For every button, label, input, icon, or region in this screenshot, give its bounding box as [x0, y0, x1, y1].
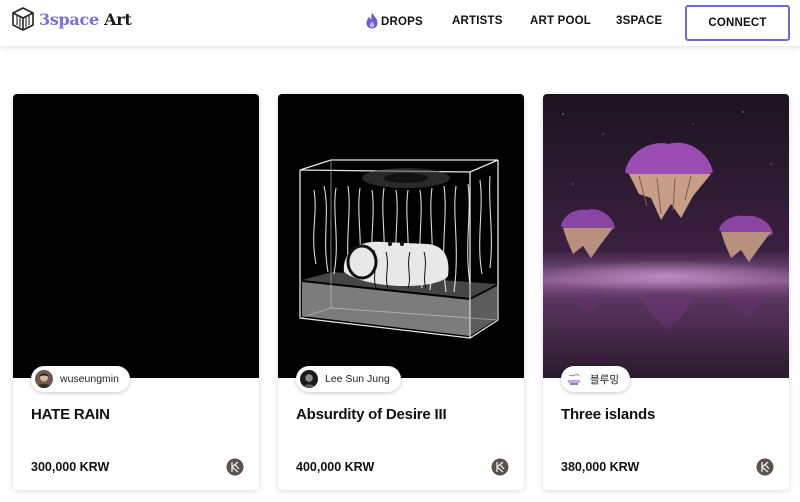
brand-logo[interactable]: 3space Art: [12, 6, 132, 32]
artwork-card[interactable]: wuseungmin HATE RAIN 300,000 KRW: [13, 94, 259, 490]
artwork-price: 400,000 KRW: [296, 460, 375, 474]
artwork-image[interactable]: [13, 94, 259, 378]
nav-3space[interactable]: 3SPACE: [616, 15, 662, 27]
artist-name: wuseungmin: [60, 373, 119, 385]
artwork-card[interactable]: 블루밍 Three islands 380,000 KRW: [543, 94, 789, 490]
artist-name: Lee Sun Jung: [325, 373, 390, 385]
brand-name-suffix: Art: [104, 9, 132, 29]
artwork-title: Three islands: [561, 406, 656, 423]
artist-name: 블루밍: [590, 373, 619, 386]
brand-name: 3space Art: [39, 9, 132, 29]
flame-icon: [366, 12, 378, 29]
nav-artists[interactable]: ARTISTS: [452, 15, 503, 27]
klay-icon: [491, 458, 509, 476]
artist-chip[interactable]: wuseungmin: [31, 366, 130, 392]
isometric-cube-icon: [12, 7, 34, 31]
avatar: [300, 370, 318, 388]
artwork-price: 300,000 KRW: [31, 460, 110, 474]
artwork-image[interactable]: [543, 94, 789, 378]
brand-name-prefix: 3space: [39, 9, 99, 29]
avatar: [565, 370, 583, 388]
artist-chip[interactable]: 블루밍: [561, 366, 630, 392]
nav-art-pool[interactable]: ART POOL: [530, 15, 591, 27]
artwork-title: HATE RAIN: [31, 406, 110, 423]
top-navbar: 3space Art DROPS ARTISTS ART POOL 3SPACE…: [0, 0, 800, 46]
nav-drops[interactable]: DROPS: [366, 12, 423, 29]
nav-drops-label: DROPS: [381, 16, 423, 28]
artist-chip[interactable]: Lee Sun Jung: [296, 366, 401, 392]
artwork-image[interactable]: [278, 94, 524, 378]
avatar: [35, 370, 53, 388]
klay-icon: [226, 458, 244, 476]
klay-icon: [756, 458, 774, 476]
artwork-title: Absurdity of Desire III: [296, 406, 447, 423]
connect-button[interactable]: CONNECT: [685, 5, 790, 41]
artwork-card[interactable]: Lee Sun Jung Absurdity of Desire III 400…: [278, 94, 524, 490]
artwork-price: 380,000 KRW: [561, 460, 640, 474]
